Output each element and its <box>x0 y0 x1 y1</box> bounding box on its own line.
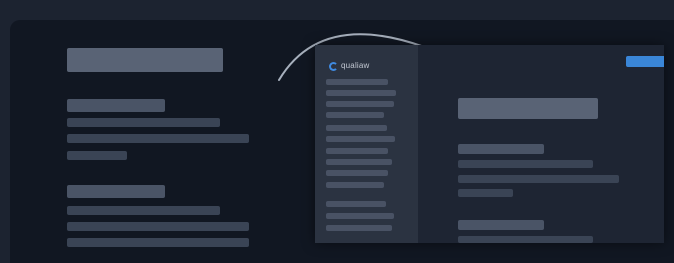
brand-name: qualiaw <box>341 61 370 70</box>
sidebar-item[interactable] <box>326 225 392 231</box>
content-text-line <box>458 160 593 168</box>
content-text-line <box>458 236 593 243</box>
sidebar-item[interactable] <box>326 90 396 96</box>
content-text-line <box>458 189 513 197</box>
sidebar-item[interactable] <box>326 170 388 176</box>
after-layout-panel: qualiaw <box>315 45 664 243</box>
sidebar-item[interactable] <box>326 213 394 219</box>
spinner-logo-icon <box>329 61 338 71</box>
sidebar-brand[interactable]: qualiaw <box>329 60 370 72</box>
primary-action-button[interactable] <box>626 56 664 67</box>
sidebar-item[interactable] <box>326 79 388 85</box>
sidebar-item[interactable] <box>326 182 384 188</box>
content-title-placeholder <box>458 98 598 119</box>
sidebar-item[interactable] <box>326 112 384 118</box>
sidebar-item[interactable] <box>326 148 388 154</box>
sidebar-item[interactable] <box>326 159 392 165</box>
sidebar-item[interactable] <box>326 136 395 142</box>
content-section-heading-2 <box>458 220 544 230</box>
sidebar-item[interactable] <box>326 101 394 107</box>
sidebar-item[interactable] <box>326 125 387 131</box>
sidebar-item[interactable] <box>326 201 386 207</box>
sidebar: qualiaw <box>315 45 418 243</box>
content-text-line <box>458 175 619 183</box>
content-section-heading-1 <box>458 144 544 154</box>
